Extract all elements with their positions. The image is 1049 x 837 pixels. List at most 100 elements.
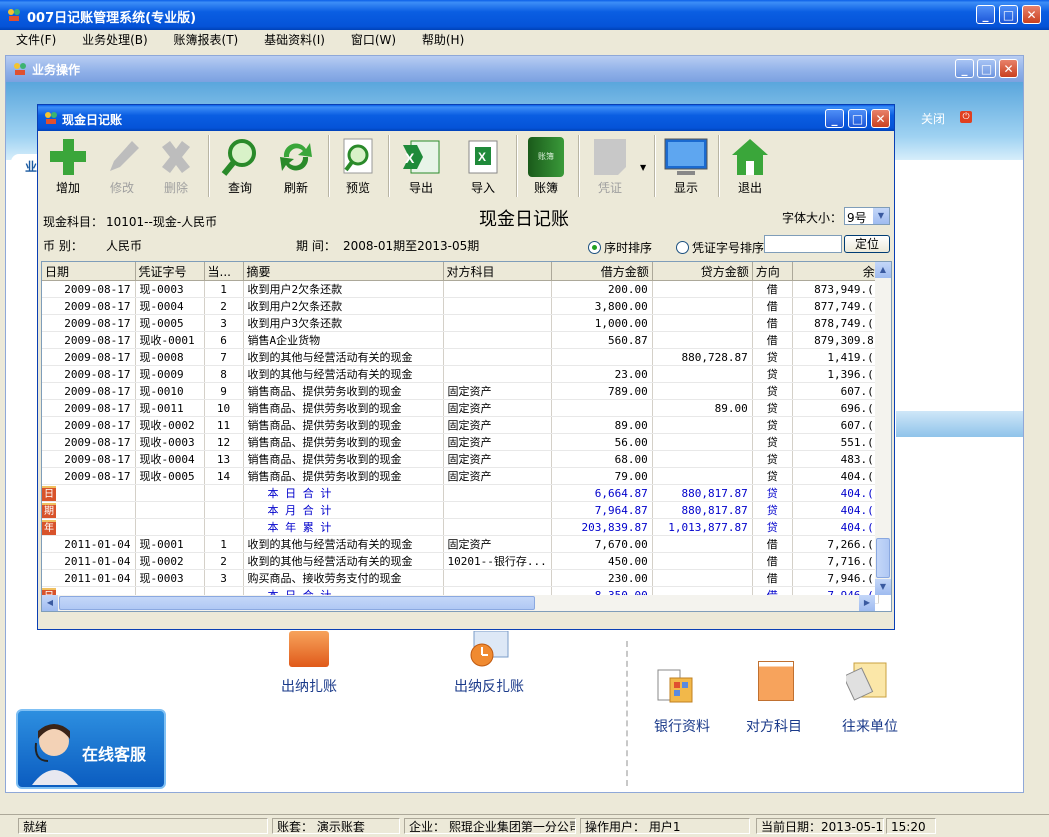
journal-maximize-button[interactable]: □	[848, 109, 867, 128]
export-button[interactable]: X 导出	[391, 135, 451, 199]
journal-grid: 日期 凭证字号 当... 摘要 对方科目 借方金额 贷方金额 方向 余 2009…	[42, 262, 879, 604]
bank-info-label[interactable]: 银行资料	[654, 716, 710, 736]
font-size-select[interactable]: 9号 ▼	[844, 207, 890, 225]
voucher-button[interactable]: 凭证	[580, 135, 640, 199]
ops-maximize-button[interactable]: □	[977, 59, 996, 78]
refresh-button[interactable]: 刷新	[266, 135, 326, 199]
cell-direction: 借	[752, 314, 793, 332]
query-button[interactable]: 查询	[210, 135, 270, 199]
cell-balance: 873,949.(	[792, 280, 879, 298]
cell-counter	[443, 569, 552, 587]
counter-account-icon[interactable]	[758, 661, 794, 701]
add-button[interactable]: 增加	[38, 135, 98, 199]
table-row[interactable]: 2009-08-17 现-0009 8 收到的其他与经营活动有关的现金 23.00 贷 1,…	[42, 365, 879, 383]
hscroll-thumb[interactable]	[59, 596, 535, 610]
table-row[interactable]: 2009-08-17 现收-0005 14 销售商品、提供劳务收到的现金 固定资产 79.…	[42, 467, 879, 485]
table-row[interactable]: 2009-08-17 现-0008 7 收到的其他与经营活动有关的现金 880,728.…	[42, 348, 879, 366]
partner-label[interactable]: 往来单位	[842, 716, 898, 736]
import-button[interactable]: X 导入	[453, 135, 513, 199]
col-direction[interactable]: 方向	[752, 262, 793, 281]
col-date[interactable]: 日期	[42, 262, 136, 281]
cell-counter	[443, 280, 552, 298]
exit-button[interactable]: 退出	[720, 135, 780, 199]
summary-row[interactable]: 期 本 月 合 计 7,964.87 880,817.87 贷 404.(	[42, 501, 879, 519]
cell-voucher: 现收-0003	[135, 433, 205, 451]
col-debit[interactable]: 借方金额	[551, 262, 653, 281]
table-row[interactable]: 2009-08-17 现-0010 9 销售商品、提供劳务收到的现金 固定资产 789.0…	[42, 382, 879, 400]
table-row[interactable]: 2009-08-17 现-0003 1 收到用户2欠条还款 200.00 借 873,949…	[42, 280, 879, 298]
period-mark-icon: 日	[42, 485, 56, 501]
table-row[interactable]: 2009-08-17 现-0004 2 收到用户2欠条还款 3,800.00 借 877,7…	[42, 297, 879, 315]
voucher-dropdown-icon[interactable]: ▼	[640, 163, 646, 172]
col-summary[interactable]: 摘要	[243, 262, 444, 281]
status-date: 当前日期：2013-05-16	[756, 818, 884, 834]
menu-business[interactable]: 业务处理(B)	[82, 30, 148, 50]
cashier-close-icon[interactable]	[289, 631, 329, 667]
bank-info-icon[interactable]	[656, 666, 696, 706]
table-row[interactable]: 2009-08-17 现收-0002 11 销售商品、提供劳务收到的现金 固定资产 89.…	[42, 416, 879, 434]
delete-button[interactable]: 删除	[146, 135, 206, 199]
counter-account-label[interactable]: 对方科目	[746, 716, 802, 736]
status-account: 账套： 演示账套	[272, 818, 400, 834]
cell-credit: 880,817.87	[652, 484, 753, 502]
sort-voucher-radio[interactable]: 凭证字号排序	[676, 239, 764, 256]
ops-minimize-button[interactable]: _	[955, 59, 974, 78]
journal-title: 现金日记账	[62, 113, 123, 127]
table-row[interactable]: 2011-01-04 现-0001 1 收到的其他与经营活动有关的现金 固定资产 7,67…	[42, 535, 879, 553]
chevron-down-icon[interactable]: ▼	[873, 208, 889, 224]
cell-summary: 销售商品、提供劳务收到的现金	[243, 467, 444, 485]
scroll-up-icon[interactable]: ▲	[875, 262, 891, 278]
col-counter[interactable]: 对方科目	[443, 262, 552, 281]
col-current[interactable]: 当...	[204, 262, 244, 281]
col-balance[interactable]: 余	[792, 262, 879, 281]
table-row[interactable]: 2009-08-17 现-0011 10 销售商品、提供劳务收到的现金 固定资产 89.0…	[42, 399, 879, 417]
cell-direction: 贷	[752, 382, 793, 400]
scroll-right-icon[interactable]: ▶	[859, 595, 875, 611]
locate-button[interactable]: 定位	[844, 235, 890, 253]
cell-balance: 879,309.8	[792, 331, 879, 349]
maximize-button[interactable]: □	[999, 5, 1018, 24]
menu-help[interactable]: 帮助(H)	[422, 30, 464, 50]
menu-basic-data[interactable]: 基础资料(I)	[264, 30, 325, 50]
cell-number: 6	[204, 331, 244, 349]
online-service-banner[interactable]: 在线客服	[16, 709, 166, 789]
cell-credit	[652, 331, 753, 349]
power-icon[interactable]: ⏻	[960, 111, 972, 123]
svg-text:X: X	[405, 150, 415, 166]
summary-row[interactable]: 年 本 年 累 计 203,839.87 1,013,877.87 贷 404.(	[42, 518, 879, 536]
display-button[interactable]: 显示	[656, 135, 716, 199]
table-row[interactable]: 2009-08-17 现-0005 3 收到用户3欠条还款 1,000.00 借 878,7…	[42, 314, 879, 332]
journal-close-button[interactable]: ✕	[871, 109, 890, 128]
ops-close-button[interactable]: ✕	[999, 59, 1018, 78]
menu-bar: 文件(F) 业务处理(B) 账簿报表(T) 基础资料(I) 窗口(W) 帮助(H…	[0, 30, 1049, 50]
cashier-reverse-label[interactable]: 出纳反扎账	[454, 676, 524, 696]
menu-reports[interactable]: 账簿报表(T)	[174, 30, 239, 50]
menu-window[interactable]: 窗口(W)	[351, 30, 396, 50]
table-row[interactable]: 2009-08-17 现收-0003 12 销售商品、提供劳务收到的现金 固定资产 56.…	[42, 433, 879, 451]
close-button[interactable]: ✕	[1022, 5, 1041, 24]
summary-row[interactable]: 日 本 日 合 计 6,664.87 880,817.87 贷 404.(	[42, 484, 879, 502]
edit-button[interactable]: 修改	[92, 135, 152, 199]
preview-button[interactable]: 预览	[328, 135, 388, 199]
partner-icon[interactable]	[842, 661, 890, 703]
col-voucher[interactable]: 凭证字号	[135, 262, 205, 281]
table-row[interactable]: 2011-01-04 现-0003 3 购买商品、接收劳务支付的现金 230.00 借 7,…	[42, 569, 879, 587]
journal-minimize-button[interactable]: _	[825, 109, 844, 128]
locate-input[interactable]	[764, 235, 842, 253]
sort-time-radio[interactable]: 序时排序	[588, 239, 652, 256]
cashier-reverse-icon[interactable]	[466, 630, 512, 667]
table-row[interactable]: 2009-08-17 现收-0004 13 销售商品、提供劳务收到的现金 固定资产 68.…	[42, 450, 879, 468]
menu-file[interactable]: 文件(F)	[16, 30, 56, 50]
ledger-button[interactable]: 账簿 账簿	[516, 135, 576, 199]
scroll-thumb[interactable]	[876, 538, 890, 578]
minimize-button[interactable]: _	[976, 5, 995, 24]
table-row[interactable]: 2011-01-04 现-0002 2 收到的其他与经营活动有关的现金 10201--银…	[42, 552, 879, 570]
ops-close-link[interactable]: 关闭	[921, 110, 945, 127]
scroll-down-icon[interactable]: ▼	[875, 579, 891, 595]
table-row[interactable]: 2009-08-17 现收-0001 6 销售A企业货物 560.87 借 879,309.…	[42, 331, 879, 349]
col-credit[interactable]: 贷方金额	[652, 262, 753, 281]
horizontal-scrollbar[interactable]: ◀ ▶	[42, 595, 875, 611]
vertical-scrollbar[interactable]: ▲ ▼	[875, 262, 891, 595]
scroll-left-icon[interactable]: ◀	[42, 595, 58, 611]
cashier-close-label[interactable]: 出纳扎账	[281, 676, 337, 696]
